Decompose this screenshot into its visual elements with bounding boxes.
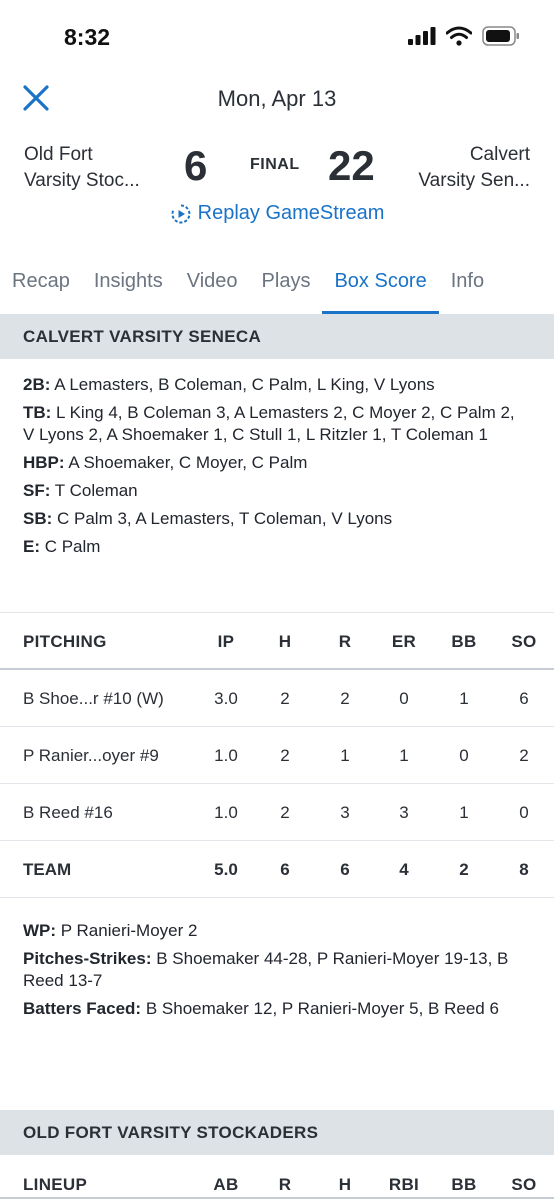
home-score: 22 (328, 142, 375, 189)
away-team-name[interactable]: Old Fort Varsity Stoc... (24, 142, 140, 194)
table-row[interactable]: P Ranier...oyer #9 1.0 2 1 1 0 2 (0, 727, 554, 784)
cell-so: 6 (519, 689, 529, 708)
tab-recap[interactable]: Recap (0, 256, 82, 314)
away-team-line1: Old Fort (24, 144, 93, 165)
cell-so: 0 (519, 803, 529, 822)
tab-bar: Recap Insights Video Plays Box Score Inf… (0, 256, 554, 314)
pitcher-name[interactable]: B Shoe...r #10 (W) (23, 689, 164, 709)
battery-icon (482, 26, 519, 46)
note-hbp: HBP: A Shoemaker, C Moyer, C Palm (23, 453, 308, 472)
cell-er: 0 (399, 689, 409, 708)
status-bar: 8:32 (0, 0, 554, 70)
note-e: E: C Palm (23, 537, 101, 556)
cell-r: 1 (340, 746, 350, 765)
header-ip: IP (217, 632, 235, 651)
cell-so: 8 (519, 860, 529, 879)
cell-h: 2 (280, 746, 290, 765)
header-so: SO (511, 1175, 537, 1194)
replay-gamestream-button[interactable]: Replay GameStream (0, 202, 554, 225)
cell-h: 6 (280, 860, 290, 879)
note-wp: WP: P Ranieri-Moyer 2 (23, 921, 198, 940)
tab-box-score[interactable]: Box Score (322, 256, 439, 314)
pitching-notes: WP: P Ranieri-Moyer 2 Pitches-Strikes: B… (23, 920, 523, 1026)
replay-label: Replay GameStream (197, 202, 385, 224)
header-bb: BB (451, 1175, 477, 1194)
header-pitching: PITCHING (23, 632, 107, 651)
header-bb: BB (451, 632, 477, 651)
away-score: 6 (184, 142, 208, 189)
header-ab: AB (213, 1175, 239, 1194)
pitching-table: PITCHING IP H R ER BB SO B Shoe...r #10 … (0, 612, 554, 898)
cell-bb: 1 (459, 689, 469, 708)
lineup-table: LINEUP AB R H RBI BB SO (0, 1155, 554, 1199)
section-header-oldfort: OLD FORT VARSITY STOCKADERS (0, 1110, 554, 1155)
header-lineup: LINEUP (23, 1175, 88, 1194)
scoreline: Old Fort Varsity Stoc... 6 FINAL 22 Calv… (0, 138, 554, 198)
note-pitches-strikes: Pitches-Strikes: B Shoemaker 44-28, P Ra… (23, 949, 509, 990)
team-total-row: TEAM 5.0 6 6 4 2 8 (0, 841, 554, 898)
batting-notes: 2B: A Lemasters, B Coleman, C Palm, L Ki… (23, 374, 523, 564)
home-team-line1: Calvert (469, 144, 530, 165)
cell-ip: 3.0 (214, 689, 238, 708)
status-time: 8:32 (64, 24, 111, 50)
tab-info[interactable]: Info (439, 256, 496, 314)
pitcher-name[interactable]: B Reed #16 (23, 803, 113, 823)
tab-plays[interactable]: Plays (250, 256, 323, 314)
cell-r: 6 (340, 860, 350, 879)
table-header-row: LINEUP AB R H RBI BB SO (0, 1155, 554, 1199)
status-icons (408, 26, 520, 46)
game-status: FINAL (250, 156, 300, 173)
cell-ip: 1.0 (214, 803, 238, 822)
tab-video[interactable]: Video (175, 256, 250, 314)
note-tb: TB: L King 4, B Coleman 3, A Lemasters 2… (23, 403, 515, 444)
cell-ip: 5.0 (214, 860, 238, 879)
header-h: H (338, 1175, 352, 1194)
wifi-icon (446, 26, 472, 46)
header-er: ER (391, 632, 417, 651)
cell-so: 2 (519, 746, 529, 765)
note-2b: 2B: A Lemasters, B Coleman, C Palm, L Ki… (23, 375, 435, 394)
table-row[interactable]: B Reed #16 1.0 2 3 3 1 0 (0, 784, 554, 841)
nav-bar: Mon, Apr 13 (0, 70, 554, 130)
header-r: R (278, 1175, 292, 1194)
section-header-calvert: CALVERT VARSITY SENECA (0, 314, 554, 359)
note-sf: SF: T Coleman (23, 481, 138, 500)
home-team-line2: Varsity Sen... (418, 170, 530, 191)
cell-er: 3 (399, 803, 409, 822)
table-row[interactable]: B Shoe...r #10 (W) 3.0 2 2 0 1 6 (0, 670, 554, 727)
note-sb: SB: C Palm 3, A Lemasters, T Coleman, V … (23, 509, 393, 528)
cell-er: 4 (399, 860, 409, 879)
cell-h: 2 (280, 803, 290, 822)
pitcher-name[interactable]: P Ranier...oyer #9 (23, 746, 159, 766)
cell-ip: 1.0 (214, 746, 238, 765)
header-r: R (338, 632, 352, 651)
page-title: Mon, Apr 13 (217, 86, 337, 111)
cell-h: 2 (280, 689, 290, 708)
home-team-name[interactable]: Calvert Varsity Sen... (418, 142, 530, 194)
cell-bb: 0 (459, 746, 469, 765)
table-header-row: PITCHING IP H R ER BB SO (0, 613, 554, 670)
signal-icon (408, 27, 436, 45)
away-team-line2: Varsity Stoc... (24, 170, 140, 191)
note-batters-faced: Batters Faced: B Shoemaker 12, P Ranieri… (23, 999, 499, 1018)
cell-r: 3 (340, 803, 350, 822)
replay-icon (171, 204, 190, 223)
header-rbi: RBI (388, 1175, 420, 1194)
header-so: SO (511, 632, 537, 651)
tab-insights[interactable]: Insights (82, 256, 175, 314)
cell-bb: 2 (459, 860, 469, 879)
cell-bb: 1 (459, 803, 469, 822)
header-h: H (278, 632, 292, 651)
cell-er: 1 (399, 746, 409, 765)
cell-r: 2 (340, 689, 350, 708)
team-label: TEAM (23, 860, 72, 879)
